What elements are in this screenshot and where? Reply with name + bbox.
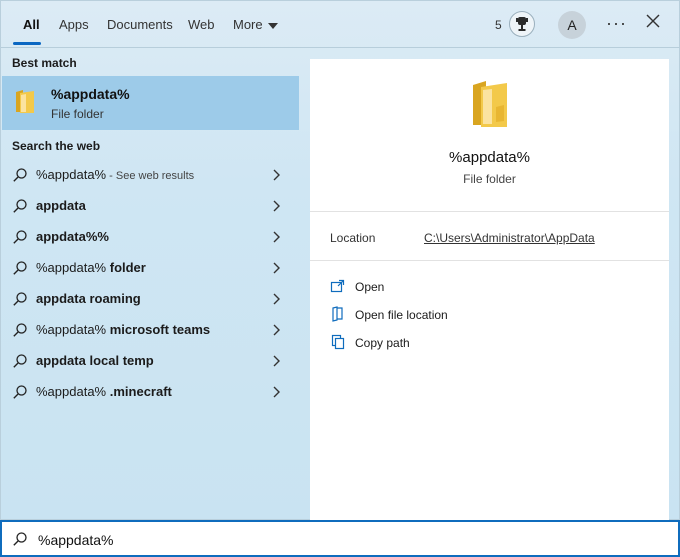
search-icon [12, 291, 28, 307]
web-result-hint: - See web results [106, 170, 195, 182]
preview-title: %appdata% [449, 149, 530, 166]
chevron-right-icon[interactable] [271, 292, 281, 306]
web-result-bold: .minecraft [106, 384, 172, 399]
location-label: Location [330, 231, 376, 245]
search-web-heading: Search the web [12, 139, 101, 153]
best-match-subtitle: File folder [51, 107, 104, 121]
open-file-location-label: Open file location [355, 308, 448, 322]
tab-apps[interactable]: Apps [59, 17, 89, 32]
active-tab-indicator [13, 42, 41, 45]
search-flyout: All Apps Documents Web More 5 A ··· Best… [0, 0, 680, 521]
web-result-text: %appdata% folder [36, 260, 146, 275]
tab-all[interactable]: All [23, 17, 40, 32]
best-match-item[interactable]: %appdata% File folder [2, 76, 299, 130]
filter-tabs: All Apps Documents Web More 5 A ··· [1, 1, 680, 47]
search-icon [12, 384, 28, 400]
web-result-item[interactable]: appdata%% [2, 221, 299, 252]
web-result-prefix: %appdata% [36, 384, 107, 399]
avatar[interactable]: A [558, 11, 586, 39]
web-result-prefix: %appdata% [36, 260, 107, 275]
folder-icon [470, 77, 510, 129]
search-input[interactable] [36, 528, 640, 552]
web-result-text: appdata roaming [36, 291, 141, 306]
web-result-item[interactable]: %appdata% folder [2, 252, 299, 283]
web-result-text: %appdata% microsoft teams [36, 322, 210, 337]
web-result-text: appdata%% [36, 229, 109, 244]
chevron-right-icon[interactable] [271, 385, 281, 399]
search-icon [12, 229, 28, 245]
tab-divider [1, 47, 680, 48]
more-options-icon[interactable]: ··· [606, 13, 627, 34]
web-result-bold: microsoft teams [106, 322, 211, 337]
trophy-icon-graphic [516, 17, 528, 31]
web-results-list: %appdata% - See web results appdata appdat… [2, 159, 299, 407]
copy-path-label: Copy path [355, 336, 410, 350]
chevron-right-icon[interactable] [271, 323, 281, 337]
open-action[interactable]: Open [330, 278, 650, 298]
web-result-bold: folder [106, 260, 146, 275]
chevron-right-icon[interactable] [271, 199, 281, 213]
tab-more-label: More [233, 17, 263, 32]
chevron-right-icon[interactable] [271, 354, 281, 368]
trophy-icon[interactable] [509, 11, 535, 37]
close-icon[interactable] [643, 11, 663, 31]
search-icon [12, 198, 28, 214]
best-match-heading: Best match [12, 56, 77, 70]
location-link[interactable]: C:\Users\Administrator\AppData [424, 231, 595, 245]
web-result-text: %appdata% - See web results [36, 167, 194, 182]
search-icon [12, 260, 28, 276]
web-result-text: appdata local temp [36, 353, 154, 368]
web-result-prefix: %appdata% [36, 167, 107, 182]
web-result-bold: appdata%% [36, 229, 109, 244]
folder-icon [14, 88, 36, 114]
preview-subtitle: File folder [463, 172, 516, 186]
tab-more[interactable]: More [233, 17, 278, 32]
rewards-points: 5 [495, 18, 502, 32]
tab-web[interactable]: Web [188, 17, 215, 32]
search-icon [12, 353, 28, 369]
copy-path-icon [330, 334, 346, 350]
chevron-right-icon[interactable] [271, 230, 281, 244]
file-location-icon [330, 306, 346, 322]
open-file-location-action[interactable]: Open file location [330, 306, 650, 326]
preview-divider [310, 211, 669, 212]
web-result-item[interactable]: %appdata% - See web results [2, 159, 299, 190]
folder-icon-graphic [16, 90, 34, 113]
preview-pane: %appdata% File folder Location C:\Users\… [310, 59, 669, 521]
open-icon [330, 278, 346, 294]
web-result-bold: appdata roaming [36, 291, 141, 306]
web-result-item[interactable]: %appdata% microsoft teams [2, 314, 299, 345]
copy-path-action[interactable]: Copy path [330, 334, 650, 354]
best-match-title: %appdata% [51, 86, 130, 102]
web-result-item[interactable]: appdata [2, 190, 299, 221]
folder-icon-large [473, 81, 507, 127]
web-result-bold: appdata [36, 198, 86, 213]
web-result-item[interactable]: appdata roaming [2, 283, 299, 314]
search-icon [12, 322, 28, 338]
web-result-text: %appdata% .minecraft [36, 384, 172, 399]
search-icon [12, 167, 28, 183]
open-label: Open [355, 280, 385, 294]
web-result-text: appdata [36, 198, 86, 213]
chevron-right-icon[interactable] [271, 261, 281, 275]
search-bar [0, 520, 680, 557]
tab-documents[interactable]: Documents [107, 17, 173, 32]
web-result-prefix: %appdata% [36, 322, 107, 337]
preview-divider [310, 260, 669, 261]
web-result-item[interactable]: appdata local temp [2, 345, 299, 376]
close-icon-graphic [646, 14, 660, 28]
chevron-down-icon [267, 22, 278, 29]
search-icon [12, 531, 28, 547]
chevron-right-icon[interactable] [271, 168, 281, 182]
web-result-item[interactable]: %appdata% .minecraft [2, 376, 299, 407]
web-result-bold: appdata local temp [36, 353, 154, 368]
